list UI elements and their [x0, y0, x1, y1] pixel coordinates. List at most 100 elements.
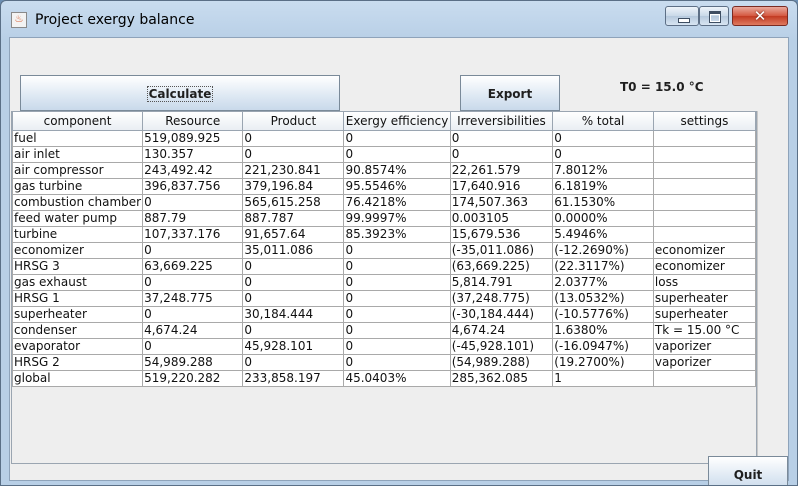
table-cell[interactable]: economizer	[652, 242, 756, 259]
table-cell[interactable]: combustion chamber	[12, 194, 144, 211]
table-cell[interactable]: 5.4946%	[552, 226, 654, 243]
table-cell[interactable]: 130.357	[142, 146, 244, 163]
table-cell[interactable]: 30,184.444	[242, 306, 345, 323]
table-row[interactable]: air compressor 243,492.42 221,230.841 90.85…	[12, 162, 756, 179]
table-cell[interactable]: 0.0000%	[552, 210, 654, 227]
table-cell[interactable]: 519,220.282	[142, 370, 244, 387]
table-cell[interactable]: economizer	[652, 258, 756, 275]
table-cell[interactable]: (13.0532%)	[552, 290, 654, 307]
table-cell[interactable]: evaporator	[12, 338, 144, 355]
export-button[interactable]: Export	[460, 75, 560, 111]
table-cell[interactable]: 95.5546%	[343, 178, 451, 195]
table-cell[interactable]: air compressor	[12, 162, 144, 179]
table-cell[interactable]: 887.787	[242, 210, 345, 227]
table-cell[interactable]: superheater	[652, 306, 756, 323]
table-cell[interactable]: superheater	[652, 290, 756, 307]
table-cell[interactable]: 1.6380%	[552, 322, 654, 339]
table-cell[interactable]: 0	[343, 130, 451, 147]
table-cell[interactable]: 221,230.841	[242, 162, 345, 179]
table-cell[interactable]: 0	[242, 354, 345, 371]
table-cell[interactable]: 565,615.258	[242, 194, 345, 211]
table-cell[interactable]: 519,089.925	[142, 130, 244, 147]
table-cell[interactable]: 0	[142, 194, 244, 211]
table-cell[interactable]: 76.4218%	[343, 194, 451, 211]
table-cell[interactable]: 61.1530%	[552, 194, 654, 211]
table-cell[interactable]: 2.0377%	[552, 274, 654, 291]
table-cell[interactable]: 0	[343, 146, 451, 163]
table-cell[interactable]: (63,669.225)	[449, 258, 554, 275]
table-cell[interactable]: 107,337.176	[142, 226, 244, 243]
table-cell[interactable]: (19.2700%)	[552, 354, 654, 371]
column-header-irreversibilities[interactable]: Irreversibilities	[449, 112, 554, 131]
table-cell[interactable]: 0	[142, 306, 244, 323]
table-cell[interactable]	[652, 178, 756, 195]
table-cell[interactable]: 22,261.579	[449, 162, 554, 179]
close-button[interactable]: ✕	[732, 6, 788, 26]
table-cell[interactable]	[652, 194, 756, 211]
table-cell[interactable]: fuel	[12, 130, 144, 147]
table-cell[interactable]: air inlet	[12, 146, 144, 163]
table-cell[interactable]: (-12.2690%)	[552, 242, 654, 259]
table-cell[interactable]: 0	[343, 290, 451, 307]
table-cell[interactable]: gas turbine	[12, 178, 144, 195]
column-header-settings[interactable]: settings	[652, 112, 756, 131]
table-cell[interactable]: 4,674.24	[142, 322, 244, 339]
table-cell[interactable]: (22.3117%)	[552, 258, 654, 275]
table-cell[interactable]: (-16.0947%)	[552, 338, 654, 355]
table-cell[interactable]: 5,814.791	[449, 274, 554, 291]
table-cell[interactable]: 0	[242, 258, 345, 275]
table-cell[interactable]: 6.1819%	[552, 178, 654, 195]
table-cell[interactable]: HRSG 3	[12, 258, 144, 275]
column-header-resource[interactable]: Resource	[142, 112, 244, 131]
table-cell[interactable]: 0	[242, 274, 345, 291]
table-cell[interactable]: 0	[242, 322, 345, 339]
table-cell[interactable]	[652, 370, 756, 387]
column-header-total[interactable]: % total	[552, 112, 654, 131]
table-cell[interactable]: 54,989.288	[142, 354, 244, 371]
table-cell[interactable]: (-35,011.086)	[449, 242, 554, 259]
table-cell[interactable]: 91,657.64	[242, 226, 345, 243]
table-cell[interactable]: 15,679.536	[449, 226, 554, 243]
table-cell[interactable]: vaporizer	[652, 338, 756, 355]
table-cell[interactable]: 0	[142, 338, 244, 355]
table-cell[interactable]: HRSG 2	[12, 354, 144, 371]
table-row[interactable]: HRSG 1 37,248.775 0 0 (37,248.775) (13.0532%)…	[12, 290, 756, 307]
table-cell[interactable]: (37,248.775)	[449, 290, 554, 307]
table-row[interactable]: turbine 107,337.176 91,657.64 85.3923% 15,67…	[12, 226, 756, 243]
table-cell[interactable]: feed water pump	[12, 210, 144, 227]
table-cell[interactable]	[652, 226, 756, 243]
table-cell[interactable]: 174,507.363	[449, 194, 554, 211]
table-cell[interactable]	[652, 130, 756, 147]
table-cell[interactable]: (-45,928.101)	[449, 338, 554, 355]
table-row[interactable]: evaporator 0 45,928.101 0 (-45,928.101) (-16.…	[12, 338, 756, 355]
table-row[interactable]: gas turbine 396,837.756 379,196.84 95.5546%…	[12, 178, 756, 195]
table-cell[interactable]: 99.9997%	[343, 210, 451, 227]
table-cell[interactable]	[652, 210, 756, 227]
calculate-button[interactable]: Calculate	[20, 75, 340, 111]
table-cell[interactable]: 0	[343, 322, 451, 339]
table-cell[interactable]: 0	[242, 290, 345, 307]
table-cell[interactable]: 90.8574%	[343, 162, 451, 179]
table-cell[interactable]	[652, 146, 756, 163]
table-cell[interactable]: 35,011.086	[242, 242, 345, 259]
title-bar[interactable]: ♨ Project exergy balance ✕	[1, 1, 797, 37]
table-cell[interactable]: turbine	[12, 226, 144, 243]
table-cell[interactable]: 4,674.24	[449, 322, 554, 339]
table-cell[interactable]: 0	[552, 130, 654, 147]
table-row[interactable]: economizer 0 35,011.086 0 (-35,011.086) (-12.…	[12, 242, 756, 259]
table-cell[interactable]: 243,492.42	[142, 162, 244, 179]
quit-button[interactable]: Quit	[708, 456, 788, 485]
table-cell[interactable]: 0	[552, 146, 654, 163]
table-cell[interactable]: 7.8012%	[552, 162, 654, 179]
table-cell[interactable]: 0	[142, 274, 244, 291]
table-row[interactable]: feed water pump 887.79 887.787 99.9997% 0.00…	[12, 210, 756, 227]
table-row[interactable]: superheater 0 30,184.444 0 (-30,184.444) (-10…	[12, 306, 756, 323]
table-row[interactable]: gas exhaust 0 0 0 5,814.791 2.0377% loss	[12, 274, 756, 291]
column-header-exergy-efficiency[interactable]: Exergy efficiency	[343, 112, 451, 131]
table-cell[interactable]: 396,837.756	[142, 178, 244, 195]
table-cell[interactable]: 63,669.225	[142, 258, 244, 275]
table-row[interactable]: condenser 4,674.24 0 0 4,674.24 1.6380% Tk = 1…	[12, 322, 756, 339]
table-cell[interactable]: gas exhaust	[12, 274, 144, 291]
table-cell[interactable]: 17,640.916	[449, 178, 554, 195]
table-cell[interactable]: 0	[343, 338, 451, 355]
